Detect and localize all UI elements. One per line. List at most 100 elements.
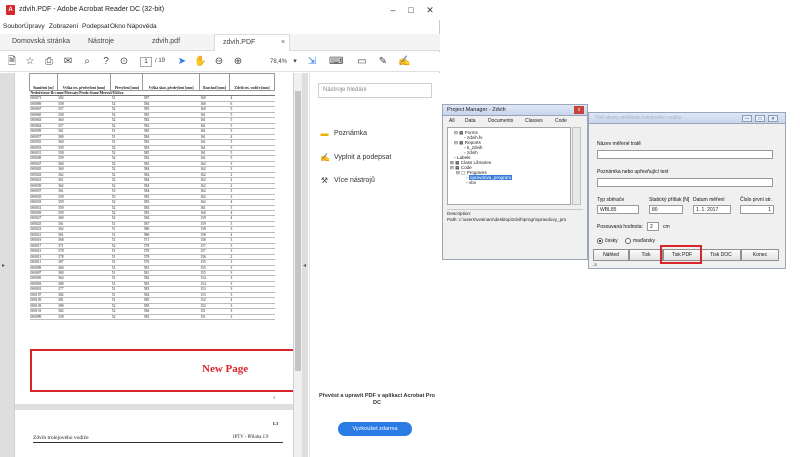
page-up-icon[interactable]: ⊙ (118, 56, 130, 68)
pane-item-label: Vyplnit a podepsat (334, 154, 392, 161)
more-tools-icon: ⚒ (320, 176, 329, 185)
tools-search-input[interactable]: Nástroje hledání (318, 83, 432, 98)
pm-description: Description: Path: c:\users\vvsinam\desk… (447, 211, 566, 223)
typ-sberace-input[interactable]: WBL85 (597, 205, 639, 214)
staticky-pritlak-input[interactable]: 80 (649, 205, 683, 214)
maximize-button[interactable]: □ (404, 4, 418, 16)
tab-domovska-stranka[interactable]: Domovská stránka (12, 38, 70, 45)
pm-path: Path: c:\users\vvsinam\desktop\zdvih\pro… (447, 217, 567, 222)
tab-close-icon[interactable]: × (281, 39, 285, 46)
menu-napoveda[interactable]: Nápověda (127, 23, 157, 30)
tab-zdvih-pdf-active[interactable]: zdvih.PDF × (214, 34, 290, 51)
pane-item-label: Poznámka (334, 130, 368, 137)
pane-item-poznamka[interactable]: ▬ Poznámka (320, 129, 368, 138)
poznamka-input[interactable] (597, 178, 773, 187)
zoom-search-icon[interactable]: ⌕ (81, 56, 93, 68)
page-total: / 19 (155, 58, 166, 64)
pm-tab-all[interactable]: All (449, 118, 455, 124)
keyboard-icon[interactable]: ⌨ (329, 56, 343, 68)
table-header: Zdvih tes. vodiče [mm] (229, 73, 275, 91)
menu-podepsat[interactable]: Podepsat (82, 23, 109, 30)
tisk-doc-button[interactable]: Tisk DOC (701, 249, 741, 261)
table-row: 000099 358 52 583 151 3 (29, 314, 275, 321)
dialog-maximize-button[interactable]: □ (755, 115, 765, 122)
page-number-input[interactable]: 1 (140, 57, 152, 67)
collapse-right-icon[interactable]: ◂ (303, 262, 306, 269)
tab-label: zdvih.PDF (223, 39, 256, 46)
radio-cesky-label: česky (605, 238, 618, 244)
fill-sign-icon: ✍ (320, 153, 330, 162)
table-cell: 52 (110, 314, 143, 321)
pm-close-button[interactable]: x (574, 106, 584, 114)
pane-item-vyplnit-podepsat[interactable]: ✍ Vyplnit a podepsat (320, 153, 391, 162)
table-cell: 358 (57, 314, 111, 321)
pm-tab-documents[interactable]: Documents (488, 118, 513, 124)
collapse-left-icon[interactable]: ▸ (2, 262, 5, 269)
pm-titlebar: Project Manager - Zdvih x (443, 105, 587, 116)
mail-icon[interactable]: ✉ (62, 56, 74, 68)
dialog-close-button[interactable]: ✕ (768, 115, 778, 122)
zoom-in-icon[interactable]: ⊕ (232, 56, 244, 68)
close-button[interactable]: ✕ (423, 4, 437, 16)
table-header: Výška tes. předvýšení [mm] (56, 73, 112, 91)
highlight-pen-icon[interactable]: ✎ (377, 56, 389, 68)
table-cell: 3 (229, 314, 275, 321)
save-icon[interactable]: 🗎 (6, 56, 18, 68)
pdf-page[interactable]: Staničení [m] Výška tes. předvýšení [mm]… (14, 73, 294, 457)
select-cursor-icon[interactable]: ➤ (176, 56, 188, 68)
datum-mereni-input[interactable]: 1. 1. 2017 (693, 205, 731, 214)
radio-cesky[interactable] (597, 238, 603, 244)
table-header: Staničení [m] (29, 73, 58, 91)
footer-right-text: IPTV - Příloha č.9 (233, 435, 269, 440)
minimize-button[interactable]: – (386, 4, 400, 16)
nazev-trate-input[interactable] (597, 150, 773, 159)
document-table: Staničení [m] Výška tes. předvýšení [mm]… (29, 73, 275, 321)
tree-item[interactable]: ▫ vbx (466, 180, 476, 185)
menu-soubor[interactable]: Soubor (3, 23, 24, 30)
table-cell: 583 (142, 314, 200, 321)
table-cell: 151 (199, 314, 230, 321)
try-free-button[interactable]: Vyzkoušet zdarma (338, 422, 412, 436)
zoom-level[interactable]: 78,4% (270, 59, 287, 65)
comment-icon[interactable]: ▭ (356, 56, 368, 68)
tab-bar: Domovská stránka Nástroje zdvih.pdf zdvi… (0, 34, 440, 51)
table-header: Rozchod [mm] (198, 73, 231, 91)
pane-item-vice-nastroju[interactable]: ⚒ Více nástrojů (320, 176, 375, 185)
pm-tree-scrollbar[interactable] (572, 127, 581, 205)
zoom-dropdown-icon[interactable]: ▾ (289, 56, 301, 68)
star-icon[interactable]: ☆ (24, 56, 36, 68)
menu-okno[interactable]: Okno (110, 23, 126, 30)
cislo-strany-input[interactable]: 1 (740, 205, 774, 214)
tab-zdvih-pdf-lower[interactable]: zdvih.pdf (152, 38, 180, 45)
menu-upravy[interactable]: Úpravy (24, 23, 45, 30)
table-body: Nedořešeno-lk-cmm/Mezvaty/Prodr.Stane/Me… (29, 90, 275, 321)
radio-madarsky[interactable] (625, 238, 631, 244)
print-icon[interactable]: ⎙ (43, 56, 55, 68)
hand-tool-icon[interactable]: ✋ (194, 56, 206, 68)
nahled-button[interactable]: Náhled (593, 249, 629, 261)
zoom-out-icon[interactable]: ⊖ (213, 56, 225, 68)
pm-tab-classes[interactable]: Classes (525, 118, 543, 124)
pm-tab-code[interactable]: Code (555, 118, 567, 124)
fit-page-icon[interactable]: ⇲ (306, 56, 318, 68)
project-manager-window: Project Manager - Zdvih x All Data Docum… (442, 104, 588, 260)
pm-tab-data[interactable]: Data (465, 118, 476, 124)
help-icon[interactable]: ? (100, 56, 112, 68)
scrollbar-thumb[interactable] (295, 91, 301, 371)
dialog-minimize-button[interactable]: — (742, 115, 752, 122)
tisk-button[interactable]: Tisk (629, 249, 663, 261)
window-title: zdvih.PDF - Adobe Acrobat Reader DC (32-… (19, 6, 165, 13)
konec-button[interactable]: Konec (741, 249, 779, 261)
tisk-pdf-highlight (660, 245, 702, 264)
pm-tree[interactable]: ⊟ ▦ Forms ▫ zdvih.fv ⊟ ▦ Reports ▫ k_zdv… (447, 127, 571, 205)
posouvana-hodnota-input[interactable]: 2 (647, 222, 659, 231)
menu-bar: Soubor Úpravy Zobrazení Podepsat Okno Ná… (0, 22, 440, 33)
vertical-scrollbar[interactable] (294, 73, 302, 457)
pane-item-label: Více nástrojů (334, 177, 375, 184)
tab-nastroje[interactable]: Nástroje (88, 38, 114, 45)
menu-zobrazeni[interactable]: Zobrazení (49, 23, 78, 30)
dialog-titlebar: Tisk strany přehledu trolejového vodiče … (589, 113, 785, 124)
page-number: 1 (273, 395, 275, 400)
footer-rule (33, 442, 283, 443)
sign-icon[interactable]: ✍ (398, 56, 410, 68)
